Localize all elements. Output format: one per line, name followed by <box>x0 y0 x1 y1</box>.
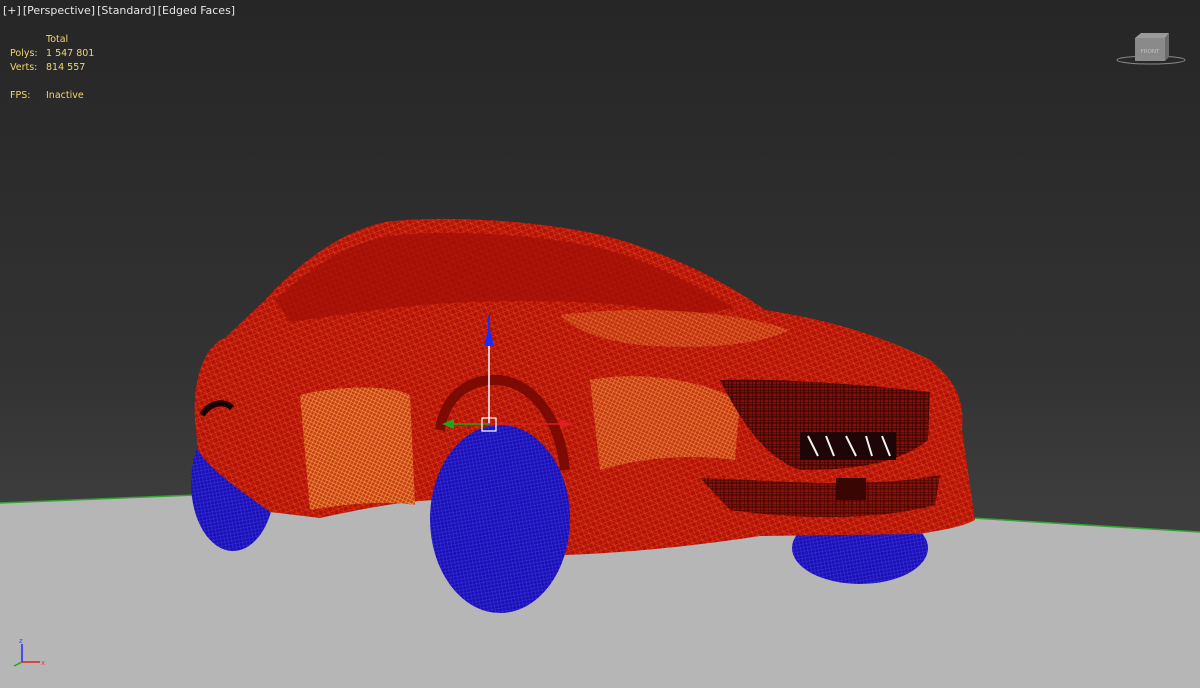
polys-label: Polys: <box>10 48 38 59</box>
stats-header: Total <box>46 34 69 45</box>
fps-value: Inactive <box>46 90 84 101</box>
axis-z-label: z <box>19 637 23 645</box>
front-left-wheel <box>430 425 570 613</box>
polys-value: 1 547 801 <box>46 48 95 59</box>
axis-x-label: x <box>41 659 45 667</box>
viewport-plus-menu[interactable]: [+] <box>3 4 21 17</box>
statistics-overlay: Total Polys: 1 547 801 Verts: 814 557 FPS:… <box>10 33 94 103</box>
viewcube[interactable]: FRONT <box>1115 30 1187 68</box>
verts-value: 814 557 <box>46 62 86 73</box>
viewport-label-menu: [+] [Perspective] [Standard] [Edged Face… <box>3 4 235 17</box>
license-plate <box>836 478 866 500</box>
verts-label: Verts: <box>10 62 38 73</box>
fps-label: FPS: <box>10 90 31 101</box>
axis-tripod: z x <box>13 637 45 667</box>
viewcube-face-label: FRONT <box>1141 49 1160 55</box>
door-highlight <box>300 387 415 510</box>
scene-canvas[interactable] <box>0 0 1200 688</box>
viewport-shading-quality-menu[interactable]: [Standard] <box>97 4 156 17</box>
viewport-display-mode-menu[interactable]: [Edged Faces] <box>158 4 235 17</box>
3d-viewport[interactable]: [+] [Perspective] [Standard] [Edged Face… <box>0 0 1200 688</box>
viewport-point-of-view-menu[interactable]: [Perspective] <box>23 4 95 17</box>
